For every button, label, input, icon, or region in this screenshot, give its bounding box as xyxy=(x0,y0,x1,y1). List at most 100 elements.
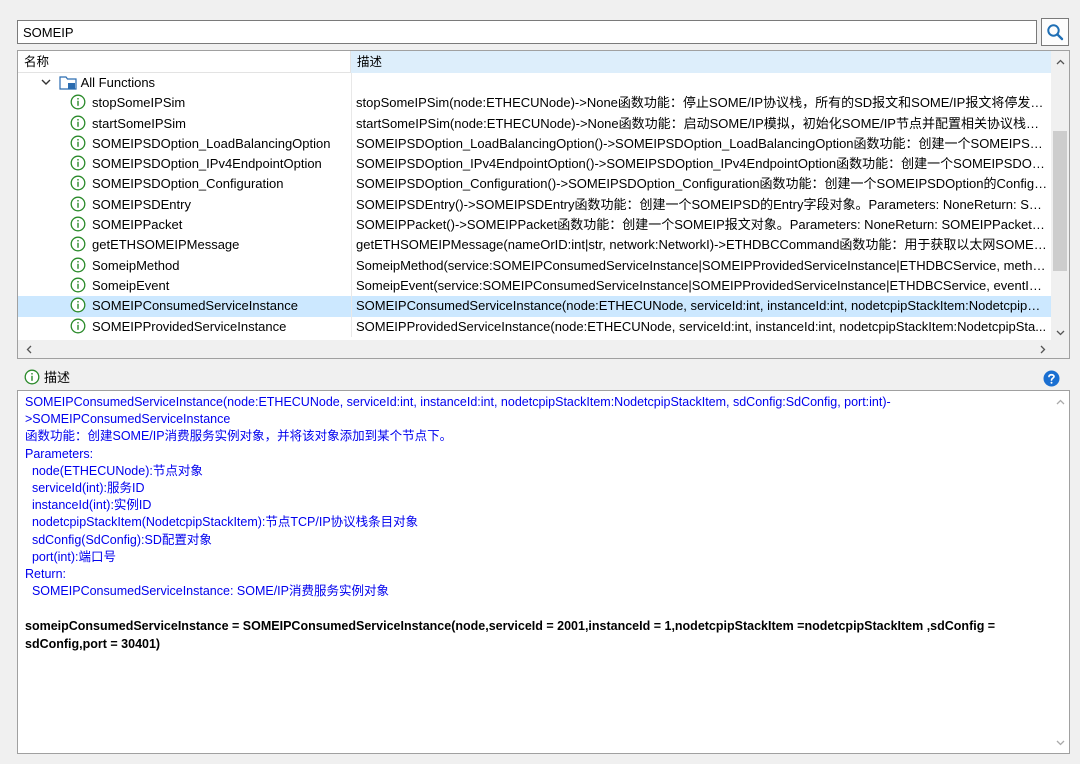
column-separator xyxy=(351,174,352,195)
info-icon xyxy=(70,176,86,191)
description-line: sdConfig(SdConfig):SD配置对象 xyxy=(25,532,212,547)
chevron-down-icon xyxy=(1056,330,1064,335)
folder-icon xyxy=(59,76,77,90)
description-header: 描述 xyxy=(24,368,70,388)
description-line: >SOMEIPConsumedServiceInstance xyxy=(25,412,231,427)
function-name-cell: SOMEIPConsumedServiceInstance xyxy=(18,296,351,316)
scroll-down-arrow[interactable] xyxy=(1051,324,1069,341)
chevron-down-icon xyxy=(1056,740,1064,745)
scroll-up-arrow[interactable] xyxy=(1051,393,1069,410)
function-description: SomeipEvent(service:SOMEIPConsumedServic… xyxy=(356,277,1048,293)
function-description: SOMEIPPacket()->SOMEIPPacket函数功能：创建一个SOM… xyxy=(356,217,1048,233)
function-name: startSomeIPSim xyxy=(92,115,186,131)
info-icon xyxy=(24,369,40,385)
column-separator xyxy=(351,93,352,114)
description-line: Return: xyxy=(25,567,66,582)
function-description: stopSomeIPSim(node:ETHECUNode)->None函数功能… xyxy=(356,95,1048,111)
help-icon[interactable] xyxy=(1043,370,1060,387)
column-separator xyxy=(351,194,352,216)
table-row[interactable]: SOMEIPConsumedServiceInstance SOMEIPConsu… xyxy=(18,296,1052,317)
info-icon xyxy=(70,94,86,110)
chevron-left-icon xyxy=(26,345,31,353)
info-icon xyxy=(70,196,86,212)
function-description: SOMEIPSDEntry()->SOMEIPSDEntry函数功能：创建一个S… xyxy=(356,196,1048,212)
chevron-up-icon xyxy=(1056,399,1064,404)
chevron-up-icon xyxy=(1056,59,1064,64)
table-row[interactable]: startSomeIPSim startSomeIPSim(node:ETHECU… xyxy=(18,113,1052,134)
function-description: getETHSOMEIPMessage(nameOrID:int|str, ne… xyxy=(356,237,1048,253)
search-icon xyxy=(1047,24,1064,41)
description-line: node(ETHECUNode):节点对象 xyxy=(25,463,203,478)
table-row[interactable]: SOMEIPSDOption_IPv4EndpointOption SOMEIPS… xyxy=(18,154,1052,175)
column-separator xyxy=(351,316,352,337)
info-icon xyxy=(70,277,86,293)
scroll-up-arrow[interactable] xyxy=(1051,53,1069,70)
scroll-down-arrow[interactable] xyxy=(1051,734,1069,751)
info-icon xyxy=(70,236,86,252)
function-description: SOMEIPSDOption_Configuration()->SOMEIPSD… xyxy=(356,176,1048,192)
column-separator xyxy=(351,255,352,276)
function-name: stopSomeIPSim xyxy=(92,95,186,111)
table-row[interactable]: SomeipEvent SomeipEvent(service:SOMEIPCon… xyxy=(18,275,1052,297)
table-header: 名称 描述 xyxy=(18,51,1052,73)
table-row[interactable]: stopSomeIPSim stopSomeIPSim(node:ETHECUNo… xyxy=(18,93,1052,114)
tree-node-label: All Functions xyxy=(80,75,156,90)
table-row[interactable]: SOMEIPProvidedServiceInstance SOMEIPProvi… xyxy=(18,316,1052,337)
table-rows: All Functions stopSomeIPSim stopSomeIPSim… xyxy=(18,73,1052,337)
scroll-left-arrow[interactable] xyxy=(20,340,37,358)
column-separator xyxy=(351,113,352,134)
function-name-cell: SomeipMethod xyxy=(18,256,351,276)
description-header-label: 描述 xyxy=(44,370,71,385)
tree-node-all-functions[interactable]: All Functions xyxy=(18,73,1052,94)
column-header-name[interactable]: 名称 xyxy=(18,51,351,73)
function-name-cell: SOMEIPSDOption_LoadBalancingOption xyxy=(18,134,351,154)
table-row[interactable]: SOMEIPSDOption_Configuration SOMEIPSDOpti… xyxy=(18,174,1052,195)
table-row[interactable]: SOMEIPSDEntry SOMEIPSDEntry()->SOMEIPSDEn… xyxy=(18,194,1052,216)
tree-horizontal-scrollbar[interactable] xyxy=(18,340,1069,358)
function-description: SOMEIPSDOption_LoadBalancingOption()->SO… xyxy=(356,135,1048,151)
description-text: SOMEIPConsumedServiceInstance(node:ETHEC… xyxy=(25,394,1045,600)
column-separator xyxy=(351,133,352,155)
column-separator xyxy=(351,215,352,236)
column-header-description[interactable]: 描述 xyxy=(351,51,1052,73)
info-icon xyxy=(70,135,86,151)
table-row[interactable]: getETHSOMEIPMessage getETHSOMEIPMessage(n… xyxy=(18,235,1052,256)
table-row[interactable]: SOMEIPSDOption_LoadBalancingOption SOMEIP… xyxy=(18,133,1052,155)
info-icon xyxy=(70,318,86,334)
search-input[interactable] xyxy=(17,20,1037,44)
function-description: startSomeIPSim(node:ETHECUNode)->None函数功… xyxy=(356,115,1048,131)
function-name-cell: SOMEIPSDOption_IPv4EndpointOption xyxy=(18,154,351,174)
chevron-down-icon[interactable] xyxy=(40,76,52,88)
function-name: SOMEIPSDOption_LoadBalancingOption xyxy=(92,135,331,151)
description-vertical-scrollbar[interactable] xyxy=(1051,391,1069,753)
function-description: SOMEIPConsumedServiceInstance(node:ETHEC… xyxy=(356,298,1048,314)
scroll-thumb[interactable] xyxy=(1053,131,1067,271)
description-panel[interactable]: SOMEIPConsumedServiceInstance(node:ETHEC… xyxy=(17,390,1070,754)
function-name-cell: SOMEIPPacket xyxy=(18,215,351,235)
function-name: SomeipMethod xyxy=(92,257,180,273)
chevron-right-icon xyxy=(1040,345,1045,353)
description-line: SOMEIPConsumedServiceInstance(node:ETHEC… xyxy=(25,395,891,409)
description-line: Parameters: xyxy=(25,446,94,461)
search-bar xyxy=(17,18,1069,46)
column-separator xyxy=(351,275,352,297)
function-description: SOMEIPProvidedServiceInstance(node:ETHEC… xyxy=(356,318,1047,334)
function-name: SOMEIPSDEntry xyxy=(92,196,191,212)
description-line: port(int):端口号 xyxy=(25,549,116,564)
description-line: instanceId(int):实例ID xyxy=(25,498,152,513)
function-name-cell: SomeipEvent xyxy=(18,276,351,296)
info-icon xyxy=(70,216,86,232)
tree-vertical-scrollbar[interactable] xyxy=(1051,51,1069,341)
function-name-cell: SOMEIPSDOption_Configuration xyxy=(18,174,351,194)
function-name: SOMEIPConsumedServiceInstance xyxy=(92,298,298,314)
function-name: getETHSOMEIPMessage xyxy=(92,237,240,253)
table-row[interactable]: SOMEIPPacket SOMEIPPacket()->SOMEIPPacket… xyxy=(18,215,1052,236)
search-button[interactable] xyxy=(1041,18,1069,46)
column-separator xyxy=(351,154,352,175)
info-icon xyxy=(70,155,86,171)
scroll-right-arrow[interactable] xyxy=(1034,340,1051,358)
function-name: SOMEIPSDOption_Configuration xyxy=(92,176,284,192)
function-name: SomeipEvent xyxy=(92,277,170,293)
column-separator xyxy=(351,235,352,256)
table-row[interactable]: SomeipMethod SomeipMethod(service:SOMEIPC… xyxy=(18,255,1052,276)
